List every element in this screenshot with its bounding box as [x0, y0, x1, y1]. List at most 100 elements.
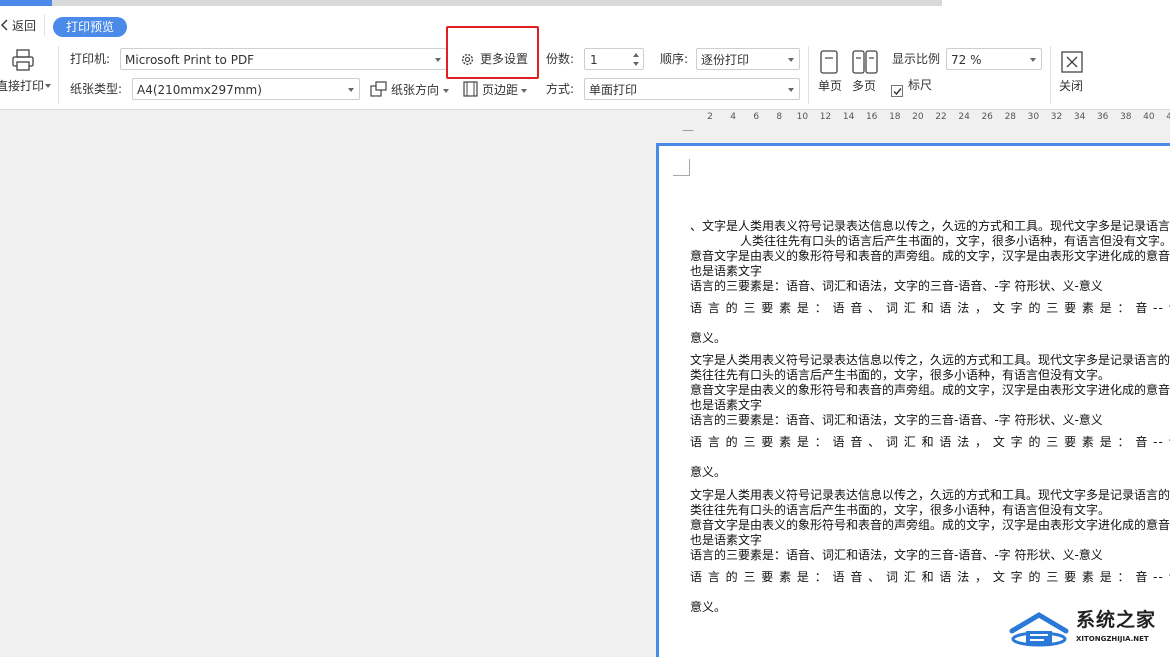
direct-print-button[interactable]: 直接打印: [0, 46, 56, 98]
document-text-line: 意义。: [690, 600, 727, 614]
document-text-line: 文字是人类用表义符号记录表达信息以传之，久远的方式和工具。现代文字多是记录语言的…: [690, 488, 1170, 502]
document-text-line: 也是语素文字: [690, 533, 763, 547]
preview-page: 、文字是人类用表义符号记录表达信息以传之，久远的方式和工具。现代文字多是记录语言…: [656, 143, 1170, 657]
watermark-subtitle: XITONGZHIJIA.NET: [1076, 635, 1149, 643]
multi-page-icon: [852, 50, 878, 74]
ruler-tick-label: 30: [1027, 112, 1040, 122]
order-select-value: 逐份打印: [701, 53, 750, 67]
margins-icon: [463, 81, 478, 97]
printer-select-value: Microsoft Print to PDF: [125, 53, 255, 67]
document-text-line: 意义。: [690, 331, 727, 345]
document-text-line: 语 言 的 三 要 素 是 ： 语 音 、 词 汇 和 语 法 ， 文 字 的 …: [690, 435, 1170, 449]
copies-label: 份数:: [546, 52, 575, 66]
dropdown-arrow-icon: [1030, 58, 1036, 62]
chevron-up-icon[interactable]: [633, 53, 639, 57]
margins-button[interactable]: 页边距: [463, 80, 533, 100]
watermark-title: 系统之家: [1076, 609, 1157, 631]
copies-stepper[interactable]: 1: [584, 48, 644, 70]
mode-select-value: 单面打印: [589, 83, 638, 97]
ruler-tick-label: 4: [730, 112, 736, 122]
mode-label: 方式:: [546, 82, 575, 96]
back-label: 返回: [12, 19, 37, 33]
chevron-left-icon: [1, 19, 8, 31]
orientation-button[interactable]: 纸张方向: [370, 80, 452, 100]
multi-page-button[interactable]: 多页: [850, 48, 882, 98]
dropdown-arrow-icon: [443, 89, 449, 93]
ruler-tick-label: 26: [981, 112, 993, 122]
single-page-button[interactable]: 单页: [814, 48, 846, 98]
ruler-tick-label: 42: [1166, 112, 1170, 122]
document-text-line: 语 言 的 三 要 素 是 ： 语 音 、 词 汇 和 语 法 ， 文 字 的 …: [690, 570, 1170, 584]
ruler-checkbox[interactable]: [891, 85, 903, 97]
document-text-line: 类往往先有口头的语言后产生书面的，文字，很多小语种，有语言但没有文字。: [690, 503, 1111, 517]
document-text-line: 也是语素文字: [690, 264, 763, 278]
highlight-box: [446, 26, 539, 79]
divider: [808, 46, 809, 104]
document-text-line: 人类往往先有口头的语言后产生书面的，文字，很多小语种，有语言但没有文字。: [740, 234, 1170, 248]
zoom-label: 显示比例: [892, 52, 941, 66]
ruler-tick-label: 38: [1120, 112, 1132, 122]
chevron-down-icon[interactable]: [633, 62, 639, 66]
ruler-tick-label: 32: [1050, 112, 1063, 122]
orientation-label: 纸张方向: [391, 83, 440, 97]
document-body: 、文字是人类用表义符号记录表达信息以传之，久远的方式和工具。现代文字多是记录语言…: [659, 146, 1170, 657]
document-text-line: 意义。: [690, 465, 727, 479]
document-text-line: 意音文字是由表义的象形符号和表音的声旁组。成的文字，汉字是由表形文字进化成的意音…: [690, 383, 1170, 397]
ruler-tick-label: 14: [842, 112, 855, 122]
dropdown-arrow-icon: [788, 58, 794, 62]
direct-print-label: 直接打印: [0, 79, 45, 93]
single-page-icon: [820, 50, 838, 74]
multi-page-label: 多页: [852, 79, 877, 93]
margins-label: 页边距: [482, 83, 519, 97]
back-button[interactable]: 返回: [0, 16, 44, 36]
document-text-line: 意音文字是由表义的象形符号和表音的声旁组。成的文字，汉字是由表形文字进化成的意音…: [690, 518, 1170, 532]
document-text-line: 语言的三要素是：语音、词汇和语法，文字的三音-语音、-字 符形状、义-意义: [690, 413, 1103, 427]
copies-value: 1: [590, 53, 598, 67]
ruler-tick-label: 10: [796, 112, 809, 122]
single-page-label: 单页: [818, 79, 843, 93]
ruler-tick-label: 34: [1073, 112, 1086, 122]
ruler-tick-label: 22: [935, 112, 947, 122]
page-orientation-icon: [370, 81, 387, 97]
ruler-tick-label: 20: [912, 112, 924, 122]
divider: [44, 14, 45, 36]
ruler-tick-label: 40: [1143, 112, 1155, 122]
paper-type-value: A4(210mmx297mm): [137, 83, 262, 97]
ruler-tick-label: 6: [753, 112, 760, 122]
ruler-tick-label: 16: [865, 112, 878, 122]
document-text-line: 语言的三要素是：语音、词汇和语法，文字的三音-语音、-字 符形状、义-意义: [690, 279, 1103, 293]
document-text-line: 语言的三要素是：语音、词汇和语法，文字的三音-语音、-字 符形状、义-意义: [690, 548, 1103, 562]
zoom-select-value: 72 %: [951, 53, 982, 67]
dropdown-arrow-icon: [788, 88, 794, 92]
print-preview-toolbar: 返回 打印预览 直接打印 打印机: Microsoft Print to PDF…: [0, 6, 1170, 110]
site-watermark: 系统之家 XITONGZHIJIA.NET: [1004, 603, 1170, 657]
close-button[interactable]: 关闭: [1056, 48, 1088, 98]
dropdown-arrow-icon: [45, 84, 51, 88]
divider: [58, 46, 59, 104]
ruler-tick-label: 18: [889, 112, 901, 122]
paper-type-select[interactable]: A4(210mmx297mm): [132, 78, 360, 100]
order-label: 顺序:: [660, 52, 689, 66]
document-text-line: 文字是人类用表义符号记录表达信息以传之，久远的方式和工具。现代文字多是记录语言的…: [690, 353, 1170, 367]
mode-select[interactable]: 单面打印: [584, 78, 800, 100]
document-text-line: 语 言 的 三 要 素 是 ： 语 音 、 词 汇 和 语 法 ， 文 字 的 …: [690, 301, 1170, 315]
house-logo-icon: [1009, 612, 1069, 647]
order-select[interactable]: 逐份打印: [696, 48, 800, 70]
document-text-line: 也是语素文字: [690, 398, 763, 412]
divider: [1050, 46, 1051, 104]
dropdown-arrow-icon: [348, 88, 354, 92]
dropdown-arrow-icon: [521, 89, 527, 93]
ruler-tick-label: 24: [958, 112, 970, 122]
printer-label: 打印机:: [70, 52, 111, 66]
ruler-tick-label: 12: [819, 112, 832, 122]
close-label: 关闭: [1059, 79, 1084, 93]
zoom-select[interactable]: 72 %: [946, 48, 1042, 70]
ruler-label: 标尺: [908, 78, 933, 92]
printer-icon: [12, 49, 34, 71]
document-text-line: 、文字是人类用表义符号记录表达信息以传之，久远的方式和工具。现代文字多是记录语言…: [690, 219, 1170, 233]
tab-print-preview[interactable]: 打印预览: [53, 17, 127, 37]
printer-select[interactable]: Microsoft Print to PDF: [120, 48, 447, 70]
ruler-tick-label: 2: [707, 112, 713, 122]
ruler-tick-label: 28: [1004, 112, 1017, 122]
close-icon: [1061, 51, 1083, 73]
